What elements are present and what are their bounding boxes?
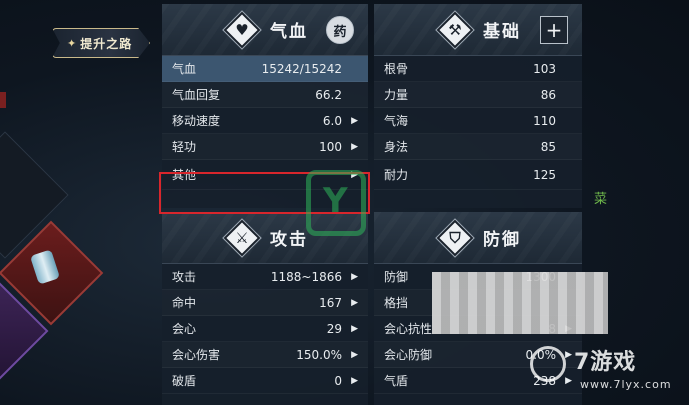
stat-value: 66.2 <box>315 87 342 102</box>
expand-arrow-icon[interactable]: ▶ <box>344 324 358 334</box>
stat-row[interactable]: 气血回复 66.2 ▶ <box>162 82 368 108</box>
stat-value: 86 <box>540 87 556 102</box>
mosaic-redaction <box>432 272 608 334</box>
stat-label: 力量 <box>384 88 409 102</box>
upgrade-path-button[interactable]: ✦ 提升之路 <box>52 28 150 58</box>
stat-value: 125 <box>533 167 556 182</box>
jichu-panel: ⚒ 基础 + 根骨 103 ▶ 力量 86 ▶ 气海 110 ▶ 身法 85 ▶… <box>374 4 582 208</box>
stat-label: 轻功 <box>172 140 197 154</box>
stat-value: 1188~1866 <box>270 269 342 284</box>
stat-value: 150.0% <box>296 347 342 362</box>
stat-label: 气血 <box>172 62 197 76</box>
stat-label: 会心防御 <box>384 348 433 362</box>
site-watermark: 7游戏 www.7lyx.com <box>530 342 685 402</box>
stat-row[interactable]: 命中 167 ▶ <box>162 290 368 316</box>
stat-value: 6.0 <box>322 113 342 128</box>
stat-row[interactable]: 会心伤害 150.0% ▶ <box>162 342 368 368</box>
jichu-title: 基础 <box>483 22 521 42</box>
gongji-panel: ⚔ 攻击 攻击 1188~1866 ▶ 命中 167 ▶ 会心 29 ▶ 会心伤… <box>162 212 368 405</box>
qixue-title: 气血 <box>270 22 308 42</box>
stat-value: 103 <box>533 61 556 76</box>
expand-arrow-icon[interactable]: ▶ <box>344 116 358 126</box>
watermark-logo <box>306 170 366 236</box>
fangyu-panel-header: ⛉ 防御 <box>374 212 582 264</box>
add-point-button[interactable]: + <box>540 16 568 44</box>
stat-row[interactable]: 气海 110 ▶ <box>374 108 582 134</box>
gongji-stat-list: 攻击 1188~1866 ▶ 命中 167 ▶ 会心 29 ▶ 会心伤害 150… <box>162 264 368 394</box>
stat-label: 身法 <box>384 140 409 154</box>
stat-label: 破盾 <box>172 374 197 388</box>
stat-value: 0 <box>334 373 342 388</box>
side-accent <box>0 92 6 108</box>
stat-row[interactable]: 轻功 100 ▶ <box>162 134 368 160</box>
stat-label: 移动速度 <box>172 114 221 128</box>
stat-label: 命中 <box>172 296 197 310</box>
sparkle-icon: ✦ <box>67 36 78 50</box>
stat-row[interactable]: 耐力 125 ▶ <box>374 160 582 190</box>
expand-arrow-icon[interactable]: ▶ <box>344 350 358 360</box>
expand-arrow-icon[interactable]: ▶ <box>344 376 358 386</box>
side-text: 菜 <box>594 192 608 207</box>
stat-row[interactable]: 气血 15242/15242 ▶ <box>162 56 368 82</box>
stat-label: 气盾 <box>384 374 409 388</box>
stat-value: 29 <box>326 321 342 336</box>
stat-value: 15242/15242 <box>261 61 342 76</box>
stat-row[interactable]: 移动速度 6.0 ▶ <box>162 108 368 134</box>
stat-row[interactable]: 力量 86 ▶ <box>374 82 582 108</box>
fangyu-title: 防御 <box>483 230 521 250</box>
stat-label: 耐力 <box>384 168 409 182</box>
stat-row[interactable]: 破盾 0 ▶ <box>162 368 368 394</box>
stat-value: 167 <box>319 295 342 310</box>
stat-row[interactable]: 攻击 1188~1866 ▶ <box>162 264 368 290</box>
axe-icon: ⚒ <box>435 10 475 50</box>
stat-row[interactable]: 身法 85 ▶ <box>374 134 582 160</box>
shield-icon: ⛉ <box>435 218 475 258</box>
potion-button[interactable]: 药 <box>326 16 354 44</box>
watermark-logo-icon <box>530 346 566 382</box>
stat-label: 气海 <box>384 114 409 128</box>
jichu-stat-list: 根骨 103 ▶ 力量 86 ▶ 气海 110 ▶ 身法 85 ▶ 耐力 125… <box>374 56 582 190</box>
stat-label: 攻击 <box>172 270 197 284</box>
expand-arrow-icon[interactable]: ▶ <box>344 272 358 282</box>
stat-label: 气血回复 <box>172 88 221 102</box>
upgrade-path-label: 提升之路 <box>80 36 133 51</box>
qixue-panel-header: ♥ 气血 药 <box>162 4 368 56</box>
stat-label: 会心伤害 <box>172 348 221 362</box>
crossed-swords-icon: ⚔ <box>222 218 262 258</box>
stat-label: 根骨 <box>384 62 409 76</box>
stat-label: 会心 <box>172 322 197 336</box>
gongji-title: 攻击 <box>270 230 308 250</box>
stat-row[interactable]: 根骨 103 ▶ <box>374 56 582 82</box>
watermark-title: 7游戏 <box>574 350 637 375</box>
stat-value: 100 <box>319 139 342 154</box>
watermark-url: www.7lyx.com <box>580 378 672 391</box>
heart-icon: ♥ <box>222 10 262 50</box>
stat-row[interactable]: 会心 29 ▶ <box>162 316 368 342</box>
stat-value: 85 <box>540 139 556 154</box>
jichu-panel-header: ⚒ 基础 + <box>374 4 582 56</box>
expand-arrow-icon[interactable]: ▶ <box>344 142 358 152</box>
expand-arrow-icon[interactable]: ▶ <box>344 298 358 308</box>
stat-value: 110 <box>533 113 556 128</box>
